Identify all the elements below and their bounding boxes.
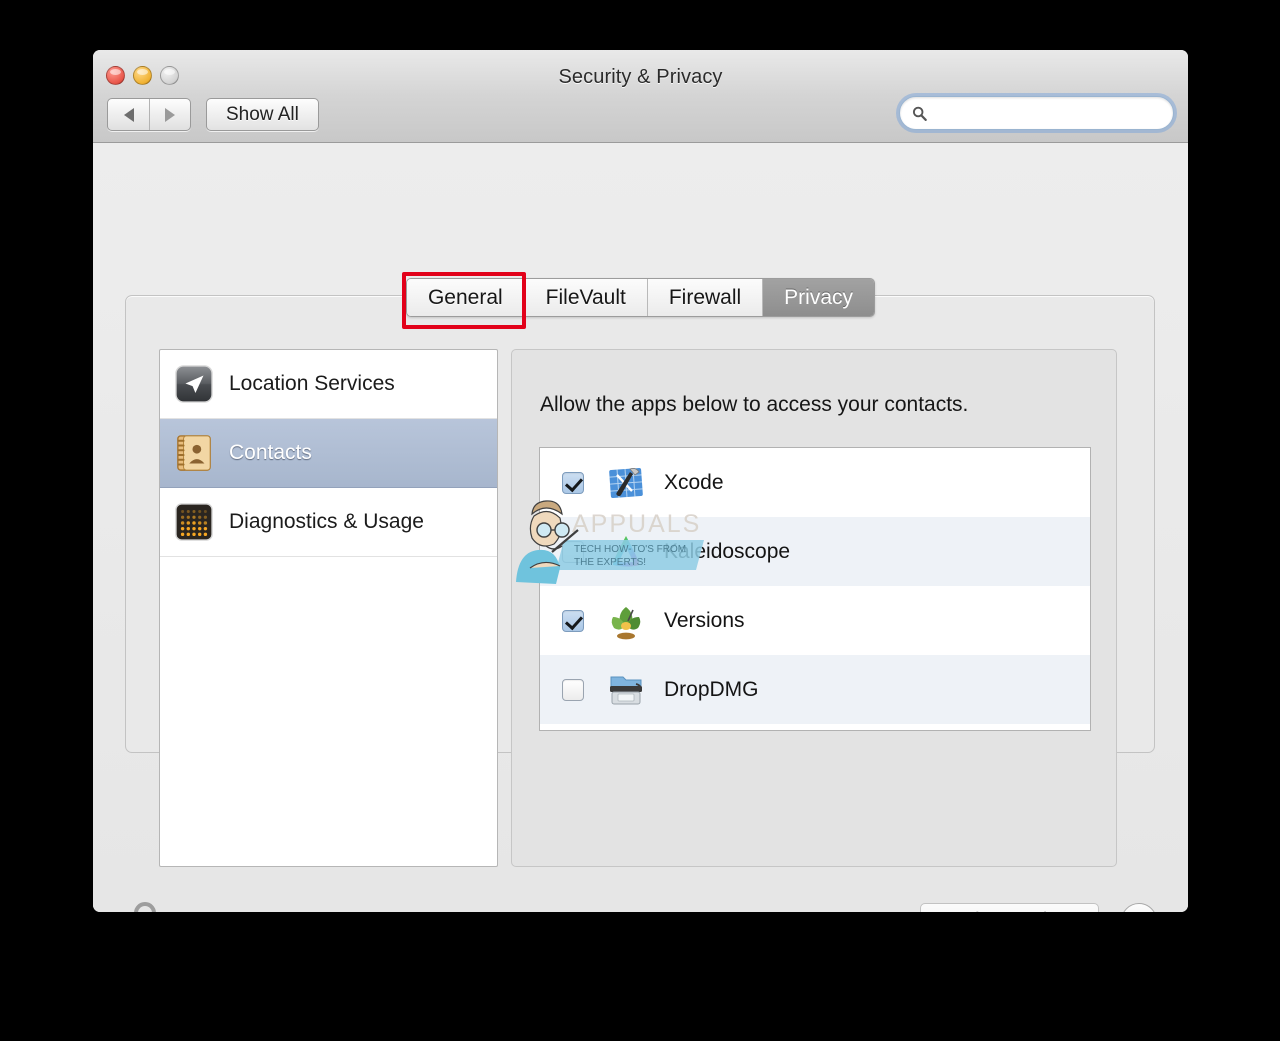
sidebar-item-contacts[interactable]: Contacts <box>160 419 497 488</box>
table-row[interactable]: DropDMG <box>540 655 1090 724</box>
sidebar-item-label: Location Services <box>229 372 395 395</box>
dropdmg-icon <box>610 676 642 704</box>
preference-pane-body: General FileVault Firewall Privacy Locat… <box>93 143 1188 912</box>
app-permission-checkbox[interactable] <box>562 471 584 494</box>
pane-description: Allow the apps below to access your cont… <box>540 393 969 416</box>
table-row[interactable]: Xcode <box>540 448 1090 517</box>
app-permission-checkbox[interactable] <box>562 678 584 701</box>
system-preferences-window: Security & Privacy Show All General File… <box>93 50 1188 912</box>
tab-bar: General FileVault Firewall Privacy <box>93 278 1188 317</box>
navigation-segmented-control <box>107 98 191 131</box>
page-title: Security & Privacy <box>558 66 723 88</box>
unlocked-padlock-icon[interactable] <box>124 900 166 912</box>
search-icon <box>912 106 927 121</box>
app-name: Kaleidoscope <box>664 539 791 563</box>
table-row[interactable]: Google Chrome Canary <box>540 724 1090 730</box>
chevron-right-icon <box>165 107 175 122</box>
forward-button[interactable] <box>149 99 190 130</box>
sidebar-item-label: Diagnostics & Usage <box>229 510 424 533</box>
show-all-button[interactable]: Show All <box>206 98 319 131</box>
sidebar-item-label: Contacts <box>229 441 312 464</box>
table-row[interactable]: Kaleidoscope <box>540 517 1090 586</box>
contacts-book-icon <box>177 435 211 471</box>
app-permission-checkbox[interactable] <box>562 540 584 563</box>
tab-general[interactable]: General <box>406 279 524 316</box>
tab-firewall[interactable]: Firewall <box>646 279 763 316</box>
privacy-category-list: Location Services Contacts Diagnostics &… <box>159 349 498 867</box>
lock-control[interactable]: Click the lock to make changes. <box>124 900 480 912</box>
app-name: DropDMG <box>664 677 759 701</box>
help-button[interactable]: ? <box>1121 903 1157 912</box>
kaleidoscope-icon <box>612 535 640 566</box>
search-input[interactable] <box>933 104 1161 122</box>
location-arrow-icon <box>175 365 213 403</box>
app-permission-checkbox[interactable] <box>562 609 584 632</box>
sidebar-item-location-services[interactable]: Location Services <box>160 350 497 419</box>
chevron-left-icon <box>123 107 134 122</box>
xcode-icon <box>609 467 643 498</box>
search-field[interactable] <box>899 96 1174 130</box>
back-button[interactable] <box>108 99 149 130</box>
allowed-apps-list[interactable]: Xcode Kaleidoscope Versions DropDMG <box>539 447 1091 731</box>
versions-icon <box>611 606 641 639</box>
diagnostics-grid-icon <box>175 503 213 541</box>
window-titlebar: Security & Privacy Show All <box>93 50 1188 143</box>
sidebar-item-diagnostics-usage[interactable]: Diagnostics & Usage <box>160 488 497 557</box>
tab-filevault[interactable]: FileVault <box>523 279 647 316</box>
app-name: Versions <box>664 608 745 632</box>
table-row[interactable]: Versions <box>540 586 1090 655</box>
privacy-detail-pane: Allow the apps below to access your cont… <box>511 349 1117 867</box>
tab-privacy[interactable]: Privacy <box>762 279 875 316</box>
advanced-button[interactable]: Advanced... <box>920 903 1099 912</box>
app-name: Xcode <box>664 470 724 494</box>
